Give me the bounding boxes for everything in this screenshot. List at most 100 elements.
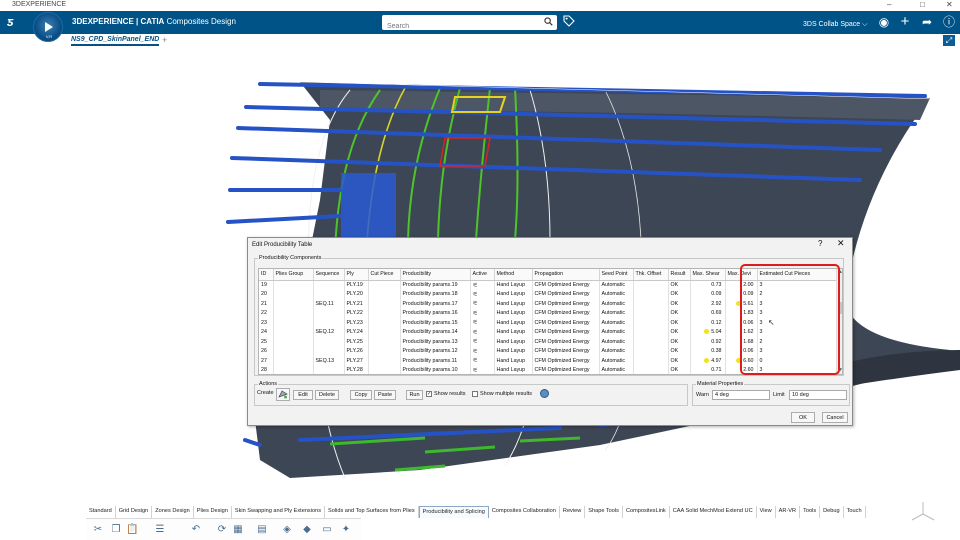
active-toggle-icon[interactable]: ⚟ — [473, 330, 478, 336]
dialog-close-button[interactable]: ✕ — [837, 238, 845, 249]
col-header-active[interactable]: Active — [470, 269, 495, 281]
warn-field[interactable]: 4 deg — [712, 390, 770, 400]
workbench-tab[interactable]: Touch — [844, 506, 866, 518]
collab-space-selector[interactable]: 3DS Collab Space ⌵ — [803, 21, 867, 29]
table-row[interactable]: 28 PLY.28 Producibility params.10 ⚟ Hand Lay… — [259, 365, 837, 374]
grid-icon[interactable]: ▦ — [232, 524, 244, 536]
close-window-button[interactable]: ✕ — [946, 0, 953, 9]
active-toggle-icon[interactable]: ⚟ — [473, 339, 478, 345]
dialog-help-button[interactable]: ? — [818, 239, 822, 248]
table-icon[interactable]: ▤ — [256, 524, 268, 536]
delete-button[interactable]: Delete — [315, 390, 339, 400]
col-header-thk-offset[interactable]: Thk. Offset — [633, 269, 669, 281]
table-row[interactable]: 25 PLY.25 Producibility params.13 ⚟ Hand Lay… — [259, 337, 837, 347]
col-header-method[interactable]: Method — [494, 269, 533, 281]
col-header-estimated-cut-pieces[interactable]: Estimated Cut Pieces — [757, 269, 837, 281]
active-toggle-icon[interactable]: ⚟ — [473, 368, 478, 374]
show-multiple-results-checkbox[interactable] — [472, 391, 478, 397]
compass-widget[interactable]: V,R — [33, 12, 63, 42]
add-icon[interactable]: + — [897, 14, 913, 30]
ply-icon[interactable]: ◆ — [301, 524, 313, 536]
table-row[interactable]: 21 SEQ.11 PLY.21 Producibility params.17 ⚟ Ha… — [259, 299, 837, 309]
workbench-tab[interactable]: CAA Solid MechMod Extend UC — [670, 506, 757, 518]
workbench-tab[interactable]: Grid Design — [116, 506, 153, 518]
col-header-propagation[interactable]: Propagation — [532, 269, 600, 281]
properties-icon[interactable]: ☰ — [154, 524, 166, 536]
active-toggle-icon[interactable]: ⚟ — [473, 320, 478, 326]
create-button[interactable] — [276, 388, 290, 401]
search-box[interactable] — [382, 15, 557, 34]
col-header-seed-point[interactable]: Seed Point — [599, 269, 634, 281]
search-icon[interactable] — [544, 17, 553, 26]
active-toggle-icon[interactable]: ⚟ — [473, 292, 478, 298]
workbench-tab[interactable]: Tools — [800, 506, 821, 518]
add-tab-button[interactable]: + — [162, 35, 167, 45]
flatten-icon[interactable]: ▭ — [321, 524, 333, 536]
active-toggle-icon[interactable]: ⚟ — [473, 311, 478, 317]
col-header-sequence[interactable]: Sequence — [313, 269, 345, 281]
workbench-tab[interactable]: Producibility and Splicing — [418, 506, 489, 518]
workbench-tab[interactable]: Skin Swapping and Ply Extensions — [232, 506, 325, 518]
edit-button[interactable]: Edit — [293, 390, 313, 400]
col-header-id[interactable]: ID — [259, 269, 274, 281]
table-row[interactable]: 19 PLY.19 Producibility params.19 ⚟ Hand Lay… — [259, 280, 837, 290]
workbench-tab[interactable]: Solids and Top Surfaces from Plies — [325, 506, 419, 518]
workbench-tab[interactable]: View — [757, 506, 776, 518]
fullscreen-icon[interactable]: ⤢ — [943, 35, 955, 46]
table-row[interactable]: 26 PLY.26 Producibility params.12 ⚟ Hand Lay… — [259, 346, 837, 356]
col-header-max-shear[interactable]: Max. Shear — [690, 269, 726, 281]
run-button[interactable]: Run — [406, 390, 423, 400]
table-row[interactable]: 24 SEQ.12 PLY.24 Producibility params.14 ⚟ Ha… — [259, 327, 837, 337]
workbench-tab[interactable]: Shape Tools — [585, 506, 623, 518]
limit-field[interactable]: 10 deg — [789, 390, 847, 400]
workbench-tab[interactable]: AR-VR — [776, 506, 801, 518]
user-profile-icon[interactable]: ◉ — [876, 14, 892, 30]
col-header-result[interactable]: Result — [668, 269, 691, 281]
tag-icon[interactable] — [563, 15, 575, 27]
table-row[interactable]: 22 PLY.22 Producibility params.16 ⚟ Hand Lay… — [259, 308, 837, 318]
col-header-producibility[interactable]: Producibility — [400, 269, 471, 281]
active-toggle-icon[interactable]: ⚟ — [473, 349, 478, 355]
active-toggle-icon[interactable]: ⚟ — [473, 358, 478, 364]
active-toggle-icon[interactable]: ⚟ — [473, 283, 478, 289]
minimize-button[interactable]: – — [887, 0, 891, 9]
view-compass-icon[interactable] — [908, 500, 938, 524]
cancel-button[interactable]: Cancel — [822, 412, 848, 423]
paste-icon[interactable]: 📋 — [126, 524, 138, 536]
table-scrollbar[interactable]: ▲ ▼ — [836, 269, 842, 374]
scrollbar-thumb[interactable] — [838, 302, 842, 314]
show-results-checkbox[interactable]: ✓ — [426, 391, 432, 397]
workbench-tab[interactable]: Standard — [86, 506, 116, 518]
workbench-tab[interactable]: Plies Design — [194, 506, 232, 518]
ok-button[interactable]: OK — [791, 412, 815, 423]
results-display-icon[interactable] — [540, 389, 549, 398]
table-row[interactable]: 27 SEQ.13 PLY.27 Producibility params.11 ⚟ Ha… — [259, 356, 837, 366]
maximize-button[interactable]: □ — [920, 0, 925, 9]
scroll-up-icon[interactable]: ▲ — [838, 269, 842, 275]
producibility-icon[interactable]: ◈ — [281, 524, 293, 536]
workbench-tab[interactable]: Debug — [820, 506, 844, 518]
undo-icon[interactable]: ↶ — [190, 524, 202, 536]
workbench-tab[interactable]: Zones Design — [152, 506, 194, 518]
refresh-icon[interactable]: ⟳ — [216, 524, 228, 536]
col-header-ply[interactable]: Ply — [344, 269, 369, 281]
workbench-tab[interactable]: Review — [560, 506, 586, 518]
document-tab[interactable]: NS9_CPD_SkinPanel_END — [71, 36, 160, 46]
splice-icon[interactable]: ✦ — [340, 524, 352, 536]
table-row[interactable]: 23 PLY.23 Producibility params.15 ⚟ Hand Lay… — [259, 318, 837, 328]
search-input[interactable] — [382, 19, 532, 34]
share-icon[interactable]: ➦ — [919, 14, 935, 30]
table-row[interactable]: 20 PLY.20 Producibility params.18 ⚟ Hand Lay… — [259, 289, 837, 299]
col-header-max-deviation[interactable]: Max. Devi — [725, 269, 758, 281]
copy-button[interactable]: Copy — [350, 390, 372, 400]
paste-button[interactable]: Paste — [374, 390, 396, 400]
active-toggle-icon[interactable]: ⚟ — [473, 301, 478, 307]
scroll-down-icon[interactable]: ▼ — [838, 367, 842, 373]
workbench-tab[interactable]: CompositesLink — [623, 506, 670, 518]
help-icon[interactable]: ⓘ — [941, 14, 957, 30]
scissors-icon[interactable]: ✂ — [92, 524, 104, 536]
col-header-plies-group[interactable]: Plies Group — [273, 269, 314, 281]
copy-icon[interactable]: ❐ — [110, 524, 122, 536]
workbench-tab[interactable]: Composites Collaboration — [489, 506, 560, 518]
col-header-cut-piece[interactable]: Cut Piece — [368, 269, 401, 281]
